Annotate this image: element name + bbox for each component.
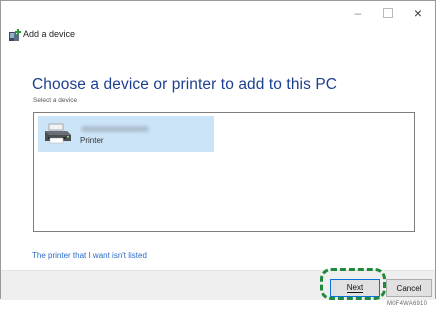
- minimize-button[interactable]: –: [341, 4, 375, 22]
- next-button-label: Next: [346, 282, 364, 293]
- add-device-window: – × Add a device Choose a device or prin…: [0, 0, 436, 300]
- page-heading: Choose a device or printer to add to thi…: [32, 76, 338, 93]
- device-name-redacted: [81, 126, 149, 132]
- device-type-label: Printer: [80, 136, 104, 145]
- page-subheading: Select a device: [33, 97, 78, 104]
- next-button[interactable]: Next: [330, 279, 380, 297]
- figure-code: M0F4WA6910: [387, 301, 428, 307]
- printer-not-listed-link[interactable]: The printer that I want isn't listed: [32, 251, 147, 260]
- maximize-icon: [383, 8, 393, 18]
- maximize-button[interactable]: [371, 4, 405, 22]
- device-list[interactable]: Printer: [33, 112, 415, 232]
- cancel-button-label: Cancel: [396, 283, 422, 293]
- printer-icon: [45, 123, 71, 144]
- device-tile[interactable]: Printer: [38, 116, 214, 152]
- minimize-icon: –: [354, 6, 362, 20]
- title-bar: – × Add a device: [1, 1, 435, 49]
- dialog-footer: Next Cancel: [1, 270, 435, 300]
- window-title: Add a device: [23, 29, 76, 39]
- close-icon: ×: [413, 5, 423, 21]
- add-device-icon: [9, 29, 21, 41]
- cancel-button[interactable]: Cancel: [386, 279, 432, 297]
- close-button[interactable]: ×: [401, 4, 435, 22]
